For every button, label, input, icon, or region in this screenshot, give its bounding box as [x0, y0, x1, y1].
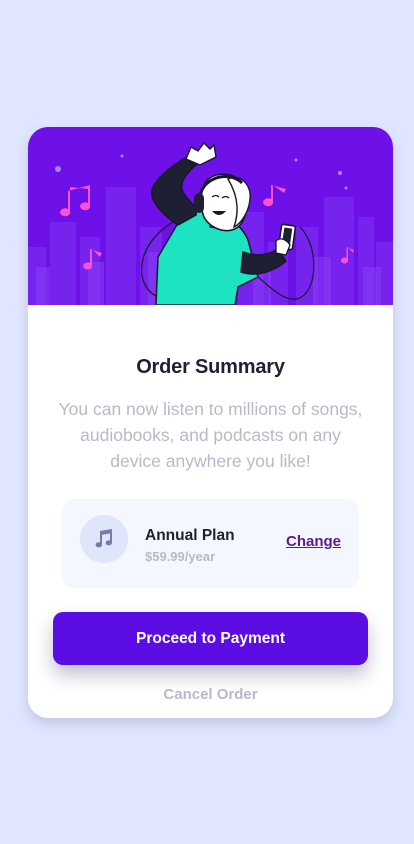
music-note-icon	[60, 185, 90, 217]
hero-banner	[28, 127, 393, 305]
change-plan-link[interactable]: Change	[286, 533, 341, 550]
proceed-to-payment-button[interactable]: Proceed to Payment	[53, 612, 368, 665]
plan-summary-box: Annual Plan $59.99/year Change	[62, 499, 359, 588]
music-note-icon	[263, 185, 286, 207]
music-note-icon	[95, 529, 112, 548]
summary-description: You can now listen to millions of songs,…	[58, 399, 363, 471]
cancel-order-button[interactable]: Cancel Order	[28, 686, 393, 703]
plan-icon-circle	[80, 515, 128, 563]
plan-name: Annual Plan	[145, 527, 235, 544]
hero-illustration	[28, 141, 393, 305]
page-title: Order Summary	[136, 356, 285, 378]
order-summary-card: Order Summary You can now listen to mill…	[28, 127, 393, 718]
plan-price: $59.99/year	[145, 549, 216, 564]
